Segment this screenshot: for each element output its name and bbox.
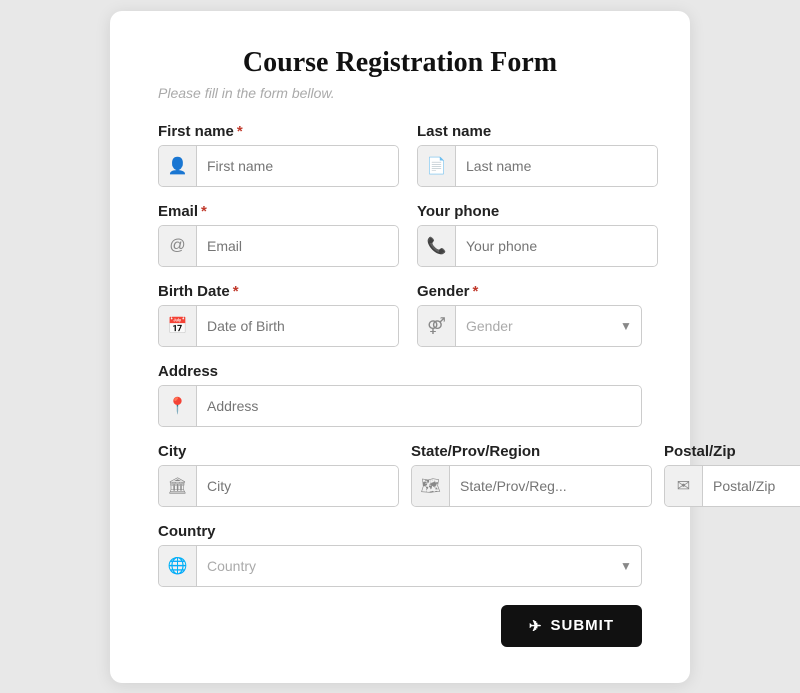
input-wrapper-birth-date: 📅 — [158, 305, 399, 347]
form-title: Course Registration Form — [158, 47, 642, 79]
label-phone: Your phone — [417, 203, 658, 220]
globe-icon: 🌐 — [159, 546, 197, 586]
input-wrapper-address: 📍 — [158, 385, 642, 427]
label-postal: Postal/Zip — [664, 443, 800, 460]
chevron-down-icon: ▼ — [611, 559, 641, 573]
submit-button[interactable]: ✈ SUBMIT — [501, 605, 642, 647]
group-city: City 🏛 — [158, 443, 399, 507]
map-icon: 🗺 — [412, 466, 450, 506]
at-icon: @ — [159, 226, 197, 266]
label-first-name: First name* — [158, 123, 399, 140]
phone-icon: 📞 — [418, 226, 456, 266]
label-last-name: Last name — [417, 123, 658, 140]
row-name: First name* 👤 Last name 📄 — [158, 123, 642, 187]
phone-input[interactable] — [456, 226, 657, 266]
input-wrapper-first-name: 👤 — [158, 145, 399, 187]
group-postal: Postal/Zip ✉ — [664, 443, 800, 507]
submit-row: ✈ SUBMIT — [158, 605, 642, 647]
person-icon: 👤 — [159, 146, 197, 186]
send-icon: ✈ — [529, 617, 543, 635]
last-name-input[interactable] — [456, 146, 657, 186]
email-input[interactable] — [197, 226, 398, 266]
group-birth-date: Birth Date* 📅 — [158, 283, 399, 347]
birth-date-input[interactable] — [197, 306, 398, 346]
state-input[interactable] — [450, 466, 651, 506]
input-wrapper-phone: 📞 — [417, 225, 658, 267]
chevron-down-icon: ▼ — [611, 319, 641, 333]
group-last-name: Last name 📄 — [417, 123, 658, 187]
group-first-name: First name* 👤 — [158, 123, 399, 187]
label-email: Email* — [158, 203, 399, 220]
form-subtitle: Please fill in the form bellow. — [158, 85, 642, 101]
gender-select[interactable]: Gender Male Female Other — [456, 306, 611, 346]
label-gender: Gender* — [417, 283, 642, 300]
input-wrapper-gender: ⚤ Gender Male Female Other ▼ — [417, 305, 642, 347]
group-country: Country 🌐 Country United States United K… — [158, 523, 642, 587]
input-wrapper-email: @ — [158, 225, 399, 267]
input-wrapper-country: 🌐 Country United States United Kingdom C… — [158, 545, 642, 587]
input-wrapper-city: 🏛 — [158, 465, 399, 507]
postal-input[interactable] — [703, 466, 800, 506]
input-wrapper-postal: ✉ — [664, 465, 800, 507]
label-birth-date: Birth Date* — [158, 283, 399, 300]
submit-label: SUBMIT — [551, 617, 615, 634]
label-country: Country — [158, 523, 642, 540]
input-wrapper-last-name: 📄 — [417, 145, 658, 187]
label-state: State/Prov/Region — [411, 443, 652, 460]
group-address: Address 📍 — [158, 363, 642, 427]
calendar-icon: 📅 — [159, 306, 197, 346]
location-icon: 📍 — [159, 386, 197, 426]
address-input[interactable] — [197, 386, 641, 426]
row-birth-gender: Birth Date* 📅 Gender* ⚤ Gender Male Fema… — [158, 283, 642, 347]
row-address: Address 📍 — [158, 363, 642, 427]
group-phone: Your phone 📞 — [417, 203, 658, 267]
label-address: Address — [158, 363, 642, 380]
group-state: State/Prov/Region 🗺 — [411, 443, 652, 507]
first-name-input[interactable] — [197, 146, 398, 186]
input-wrapper-state: 🗺 — [411, 465, 652, 507]
row-country: Country 🌐 Country United States United K… — [158, 523, 642, 587]
country-select[interactable]: Country United States United Kingdom Can… — [197, 546, 611, 586]
label-city: City — [158, 443, 399, 460]
row-city-state-zip: City 🏛 State/Prov/Region 🗺 Postal/Zip ✉ — [158, 443, 642, 507]
group-gender: Gender* ⚤ Gender Male Female Other ▼ — [417, 283, 642, 347]
registration-card: Course Registration Form Please fill in … — [110, 11, 690, 683]
building-icon: 🏛 — [159, 466, 197, 506]
group-email: Email* @ — [158, 203, 399, 267]
gender-icon: ⚤ — [418, 306, 456, 346]
mail-icon: ✉ — [665, 466, 703, 506]
city-input[interactable] — [197, 466, 398, 506]
id-icon: 📄 — [418, 146, 456, 186]
row-contact: Email* @ Your phone 📞 — [158, 203, 642, 267]
